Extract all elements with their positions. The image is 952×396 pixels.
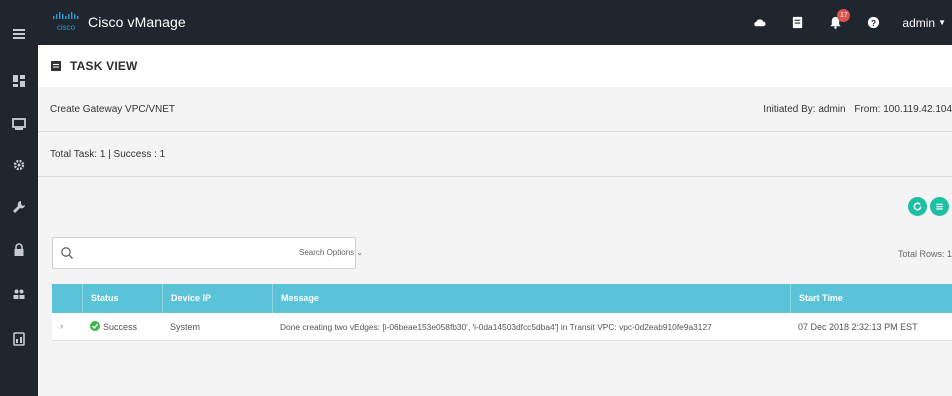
- total-rows-count: Total Rows: 1: [897, 249, 952, 259]
- cell-start-time: 07 Dec 2018 2:32:13 PM EST: [798, 322, 918, 332]
- users-icon[interactable]: [0, 275, 38, 313]
- alarm-count-badge: 17: [837, 9, 851, 22]
- dashboard-icon[interactable]: [0, 62, 38, 100]
- top-toolbar: 17 ? admin ▼: [740, 0, 952, 45]
- status-text: Success: [103, 322, 138, 332]
- bell-icon[interactable]: 17: [816, 0, 854, 45]
- svg-text:?: ?: [871, 18, 876, 28]
- chevron-down-icon: ⌄: [356, 248, 364, 257]
- expand-column-header: [52, 284, 82, 313]
- column-header-device-ip[interactable]: Device IP: [162, 284, 272, 313]
- svg-text:cisco: cisco: [57, 23, 76, 32]
- chevron-down-icon: ▼: [938, 18, 946, 27]
- search-options-label: Search Options: [299, 248, 355, 257]
- cell-device-ip: System: [170, 322, 201, 332]
- gear-icon[interactable]: [0, 146, 38, 184]
- task-summary-row: Total Task: 1 | Success : 1: [38, 132, 952, 177]
- cisco-logo[interactable]: cisco Cisco vManage: [52, 11, 186, 33]
- list-icon: [936, 203, 943, 210]
- cell-status: Success: [82, 313, 137, 341]
- search-input[interactable]: [81, 242, 281, 264]
- table-options-button[interactable]: [930, 197, 949, 216]
- task-info-row: Create Gateway VPC/VNET Initiated By: ad…: [38, 87, 952, 132]
- left-nav-sidebar: [0, 0, 38, 396]
- column-header-start-time[interactable]: Start Time: [790, 284, 952, 313]
- cisco-logo-mark: cisco: [52, 11, 80, 33]
- table-header: Status Device IP Message Start Time: [52, 284, 952, 313]
- column-header-status[interactable]: Status: [82, 284, 162, 313]
- search-icon: [61, 247, 73, 259]
- task-initiator: Initiated By: admin From: 100.119.42.104: [757, 104, 952, 115]
- search-options-dropdown[interactable]: Search Options ⌄: [299, 248, 363, 257]
- expand-row-icon[interactable]: ›: [60, 313, 63, 341]
- help-icon[interactable]: ?: [854, 0, 892, 45]
- task-details-panel: Create Gateway VPC/VNET Initiated By: ad…: [38, 87, 952, 396]
- task-name: Create Gateway VPC/VNET: [50, 103, 176, 115]
- page-header: TASK VIEW: [38, 45, 952, 87]
- analytics-icon[interactable]: [0, 320, 38, 358]
- success-check-icon: [90, 321, 100, 331]
- initiated-from: From: 100.119.42.104: [854, 104, 952, 115]
- app-title: Cisco vManage: [88, 14, 186, 30]
- task-summary: Total Task: 1 | Success : 1: [50, 148, 166, 160]
- user-name: admin: [902, 15, 936, 30]
- task-table: Status Device IP Message Start Time › Su…: [52, 284, 952, 341]
- initiated-by: Initiated By: admin: [763, 104, 846, 115]
- lock-icon[interactable]: [0, 231, 38, 269]
- table-row[interactable]: › Success System Done creating two vEdge…: [52, 313, 952, 341]
- cloud-icon[interactable]: [740, 0, 778, 45]
- task-list-icon[interactable]: [778, 0, 816, 45]
- clipboard-icon: [51, 61, 61, 71]
- menu-icon[interactable]: [0, 15, 38, 53]
- page-title: TASK VIEW: [70, 59, 138, 73]
- search-bar: Search Options ⌄: [52, 237, 363, 269]
- refresh-button[interactable]: [908, 197, 927, 216]
- user-menu[interactable]: admin ▼: [902, 16, 946, 30]
- column-header-message[interactable]: Message: [272, 284, 790, 313]
- top-header-bar: cisco Cisco vManage 17 ? admin ▼: [38, 0, 952, 45]
- wrench-icon[interactable]: [0, 188, 38, 226]
- monitor-icon[interactable]: [0, 105, 38, 143]
- cell-message: Done creating two vEdges: [i-06beae153e0…: [280, 322, 712, 332]
- refresh-icon: [913, 202, 922, 211]
